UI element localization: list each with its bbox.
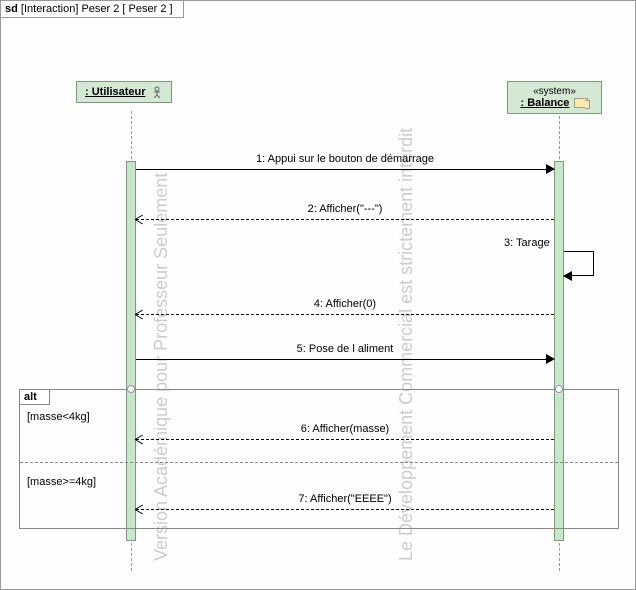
frame-path: [Interaction] Peser 2 [21,3,119,15]
component-icon [574,98,588,108]
frame-title: sd [Interaction] Peser 2 [ Peser 2 ] [1,1,184,18]
message-2: 2: Afficher("---") [136,211,554,227]
message-5: 5: Pose de l aliment [136,351,554,367]
fragment-separator [20,462,618,463]
frame-kind: sd [5,3,18,15]
message-6: 6: Afficher(masse) [136,431,554,447]
message-7: 7: Afficher("EEEE") [136,501,554,517]
lifeline-system-name: : Balance [521,97,570,109]
message-4: 4: Afficher(0) [136,306,554,322]
lifeline-system-stereotype: «system» [516,86,593,97]
message-1: 1: Appui sur le bouton de démarrage [136,161,554,177]
message-3-self: 3: Tarage [564,251,594,276]
lifeline-system: «system» : Balance [507,81,602,114]
actor-icon [151,86,163,98]
guard-1: [masse<4kg] [27,411,90,423]
guard-2: [masse>=4kg] [27,476,96,488]
lifeline-user: : Utilisateur [76,81,172,103]
fragment-operator: alt [20,390,50,405]
lifeline-user-name: : Utilisateur [85,86,146,98]
frame-name: [ Peser 2 ] [122,3,172,15]
sequence-diagram-frame: sd [Interaction] Peser 2 [ Peser 2 ] Ver… [0,0,636,590]
fragment-anchor-icon [127,385,135,393]
fragment-anchor-icon [555,385,563,393]
